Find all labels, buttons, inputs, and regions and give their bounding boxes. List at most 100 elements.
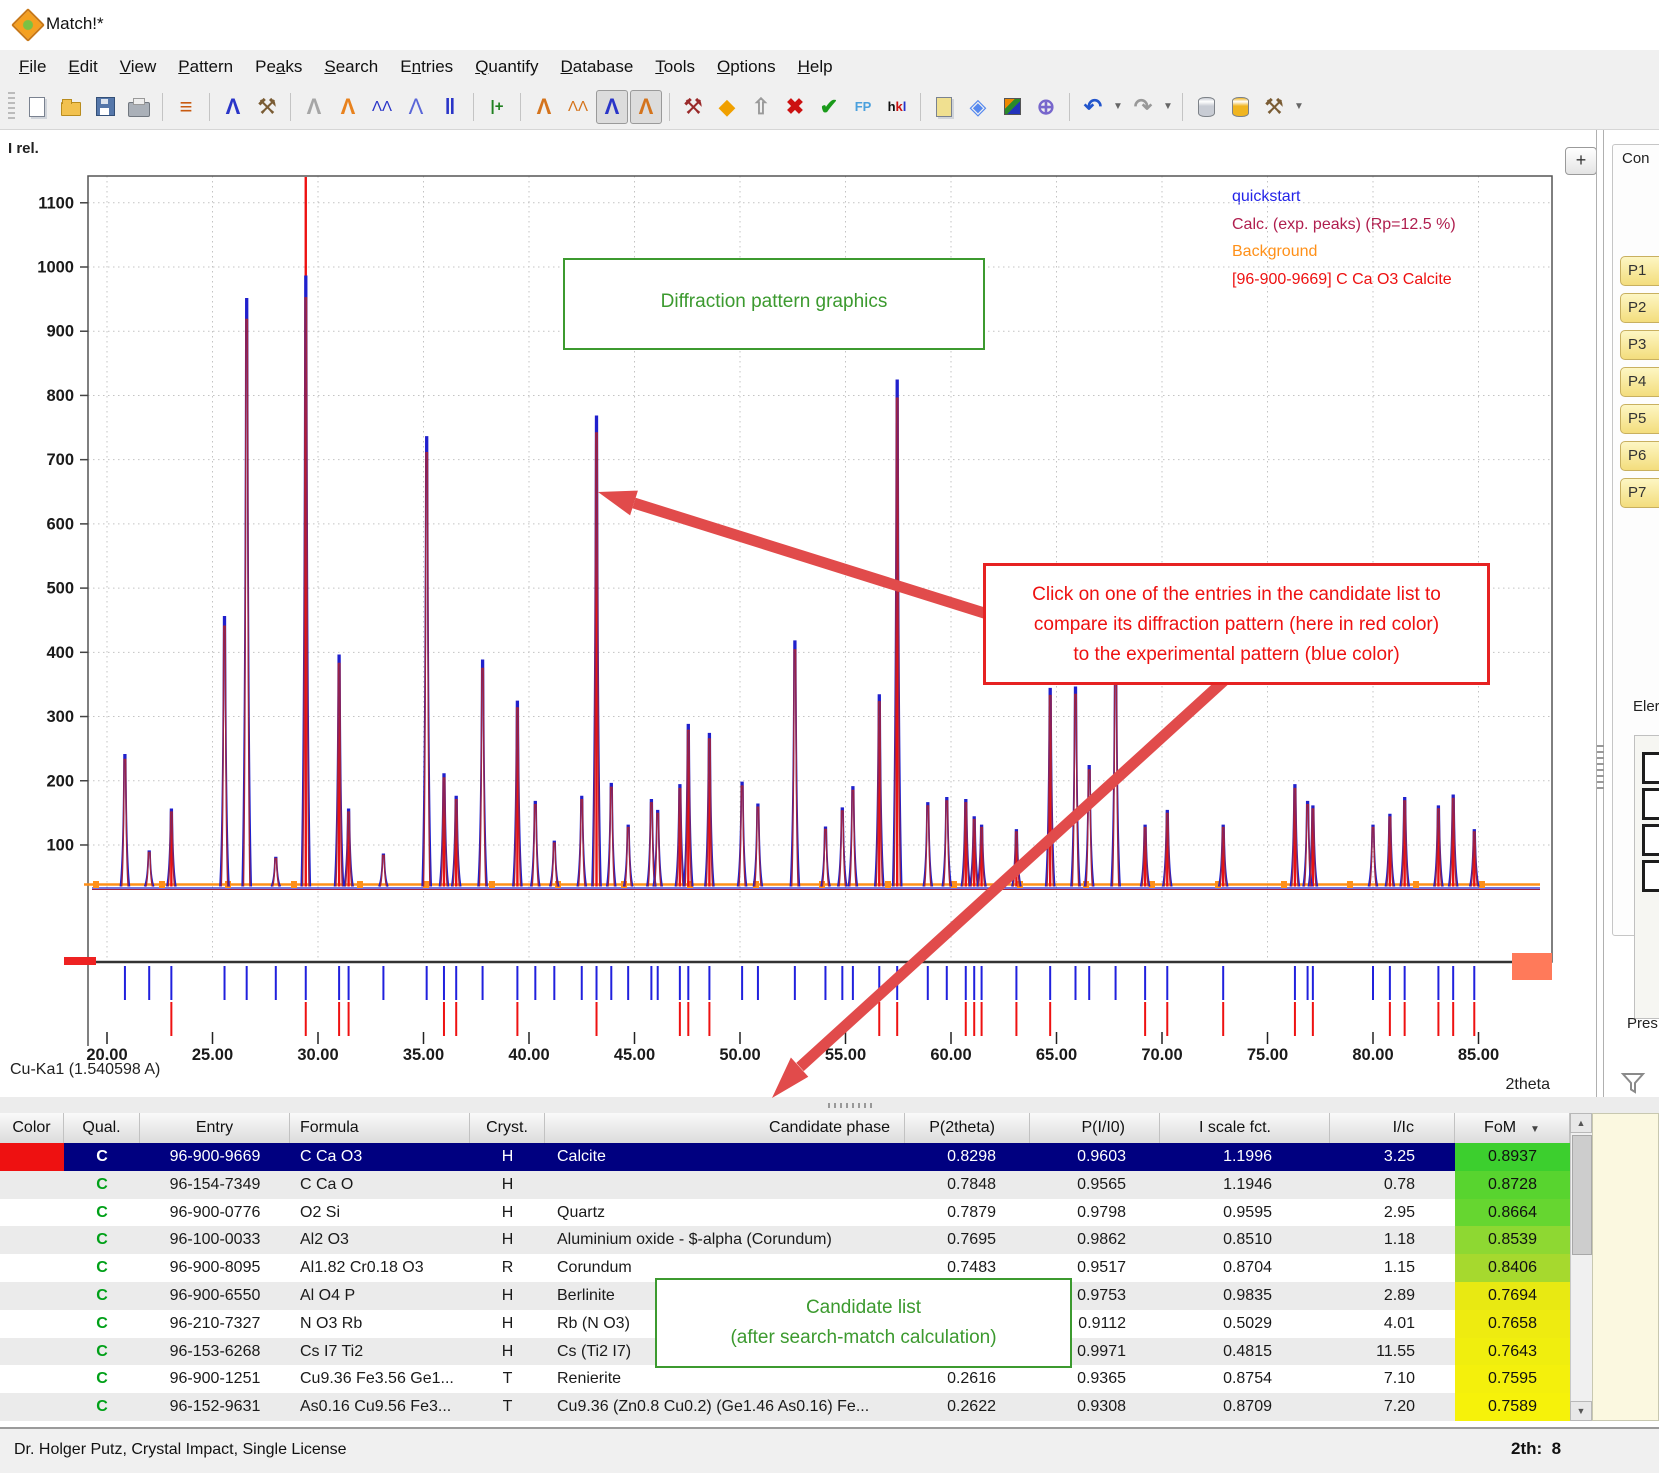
- column-header-pii0[interactable]: P(I/I0): [1030, 1113, 1160, 1143]
- phase-button-p1[interactable]: P1: [1620, 256, 1659, 286]
- column-header-color[interactable]: Color: [0, 1113, 64, 1143]
- undo-icon[interactable]: ↶: [1077, 90, 1109, 124]
- element-checkbox[interactable]: [1642, 788, 1659, 820]
- phase-button-p6[interactable]: P6: [1620, 441, 1659, 471]
- minor-peaks-icon[interactable]: Λ: [400, 90, 432, 124]
- peak-list-icon[interactable]: ≡: [170, 90, 202, 124]
- phase-button-p3[interactable]: P3: [1620, 330, 1659, 360]
- print-icon[interactable]: [123, 90, 155, 124]
- select-entry-icon[interactable]: ✔: [813, 90, 845, 124]
- table-row-96-900-1251[interactable]: C96-900-1251Cu9.36 Fe3.56 Ge1...TRenieri…: [0, 1365, 1570, 1393]
- cell-qual: C: [64, 1143, 140, 1171]
- pattern-view-3-icon[interactable]: Λ: [596, 90, 628, 124]
- table-row-96-900-0776[interactable]: C96-900-0776O2 SiHQuartz0.78790.97980.95…: [0, 1199, 1570, 1227]
- phase-button-p4[interactable]: P4: [1620, 367, 1659, 397]
- cell-qual: C: [64, 1338, 140, 1366]
- table-row-96-900-9669[interactable]: C96-900-9669C Ca O3HCalcite0.82980.96031…: [0, 1143, 1570, 1171]
- column-header-iscale[interactable]: I scale fct.: [1160, 1113, 1330, 1143]
- hkl-icon[interactable]: hkl: [881, 90, 913, 124]
- cell-fom: 0.7694: [1455, 1282, 1570, 1310]
- cell-formula: O2 Si: [290, 1199, 470, 1227]
- save-icon[interactable]: [89, 90, 121, 124]
- scrollbar-thumb[interactable]: [1572, 1135, 1592, 1255]
- toolbar-separator: [920, 93, 921, 121]
- tools-icon[interactable]: ⚒: [1258, 90, 1290, 124]
- menu-item-help[interactable]: Help: [787, 53, 844, 81]
- sphere-icon[interactable]: ⊕: [1030, 90, 1062, 124]
- column-header-iic[interactable]: I/Ic: [1330, 1113, 1455, 1143]
- user-database-icon[interactable]: [1224, 90, 1256, 124]
- menu-item-search[interactable]: Search: [313, 53, 389, 81]
- column-header-qual[interactable]: Qual.: [64, 1113, 140, 1143]
- column-header-phase[interactable]: Candidate phase: [545, 1113, 905, 1143]
- menu-item-file[interactable]: File: [8, 53, 57, 81]
- x-axis-title: 2theta: [1440, 1076, 1550, 1094]
- redo-icon[interactable]: ↷: [1127, 90, 1159, 124]
- match-diamond-icon[interactable]: ◆: [711, 90, 743, 124]
- menu-item-view[interactable]: View: [109, 53, 168, 81]
- chart-legend: quickstartCalc. (exp. peaks) (Rp=12.5 %)…: [1232, 183, 1456, 293]
- cell-formula: As0.16 Cu9.56 Fe3...: [290, 1393, 470, 1421]
- new-file-icon[interactable]: [21, 90, 53, 124]
- table-row-96-100-0033[interactable]: C96-100-0033Al2 O3HAluminium oxide - $-a…: [0, 1226, 1570, 1254]
- vertical-splitter-handle[interactable]: [1597, 745, 1604, 793]
- table-side-panel: [1592, 1113, 1659, 1421]
- cell-iic: 2.89: [1330, 1282, 1455, 1310]
- pattern-view-1-icon[interactable]: Λ: [528, 90, 560, 124]
- filter-funnel-icon[interactable]: [1620, 1070, 1646, 1096]
- element-checkbox[interactable]: [1642, 752, 1659, 784]
- raw-data-icon[interactable]: Λ: [298, 90, 330, 124]
- column-header-formula[interactable]: Formula: [290, 1113, 470, 1143]
- column-header-cryst[interactable]: Cryst.: [470, 1113, 545, 1143]
- peak-edit-icon[interactable]: ⚒: [251, 90, 283, 124]
- report-icon[interactable]: [928, 90, 960, 124]
- table-row-96-152-9631[interactable]: C96-152-9631As0.16 Cu9.56 Fe3...TCu9.36 …: [0, 1393, 1570, 1421]
- intensities-icon[interactable]: ‖: [434, 90, 466, 124]
- element-checkbox[interactable]: [1642, 860, 1659, 892]
- delete-entry-icon[interactable]: ✖: [779, 90, 811, 124]
- menu-item-peaks[interactable]: Peaks: [244, 53, 313, 81]
- menu-item-entries[interactable]: Entries: [389, 53, 464, 81]
- cell-iic: 1.18: [1330, 1226, 1455, 1254]
- column-header-entry[interactable]: Entry: [140, 1113, 290, 1143]
- dropdown-arrow-icon[interactable]: ▼: [1111, 91, 1125, 123]
- toolbar-grip[interactable]: [8, 92, 15, 122]
- phase-button-p5[interactable]: P5: [1620, 404, 1659, 434]
- fp-icon[interactable]: FP: [847, 90, 879, 124]
- cell-fom: 0.8728: [1455, 1171, 1570, 1199]
- database-icon[interactable]: [1190, 90, 1222, 124]
- cell-iscale: 0.9595: [1160, 1199, 1330, 1227]
- menu-item-tools[interactable]: Tools: [644, 53, 706, 81]
- scroll-up-button[interactable]: ▲: [1570, 1113, 1592, 1133]
- menu-item-quantify[interactable]: Quantify: [464, 53, 549, 81]
- peak-search-icon[interactable]: Λ: [217, 90, 249, 124]
- dropdown-arrow-icon[interactable]: ▼: [1161, 91, 1175, 123]
- horizontal-splitter-handle[interactable]: [828, 1103, 874, 1108]
- scroll-down-button[interactable]: ▼: [1570, 1401, 1592, 1421]
- menu-item-options[interactable]: Options: [706, 53, 787, 81]
- cell-iscale: 1.1996: [1160, 1143, 1330, 1171]
- crystal-icon[interactable]: ◈: [962, 90, 994, 124]
- dropdown-arrow-icon[interactable]: ▼: [1292, 91, 1306, 123]
- phase-button-p7[interactable]: P7: [1620, 478, 1659, 508]
- open-file-icon[interactable]: [55, 90, 87, 124]
- promote-icon[interactable]: ⇧: [745, 90, 777, 124]
- background-icon[interactable]: Λ: [332, 90, 364, 124]
- menu-item-pattern[interactable]: Pattern: [167, 53, 244, 81]
- element-checkbox[interactable]: [1642, 824, 1659, 856]
- menu-item-database[interactable]: Database: [550, 53, 645, 81]
- pattern-view-2-icon[interactable]: ΛΛ: [562, 90, 594, 124]
- pattern-view-4-icon[interactable]: Λ: [630, 90, 662, 124]
- add-peak-icon[interactable]: |+: [481, 90, 513, 124]
- table-row-96-154-7349[interactable]: C96-154-7349C Ca OH0.78480.95651.19460.7…: [0, 1171, 1570, 1199]
- cell-cryst: R: [470, 1254, 545, 1282]
- wavelength-label: Cu-Ka1 (1.540598 A): [10, 1061, 160, 1079]
- search-settings-icon[interactable]: ⚒: [677, 90, 709, 124]
- column-header-fom[interactable]: FoM▼: [1455, 1113, 1570, 1143]
- menu-item-edit[interactable]: Edit: [57, 53, 108, 81]
- structure-icon[interactable]: [996, 90, 1028, 124]
- profile-fit-icon[interactable]: ΛΛ: [366, 90, 398, 124]
- phase-button-p2[interactable]: P2: [1620, 293, 1659, 323]
- zoom-plus-button[interactable]: +: [1565, 147, 1597, 175]
- column-header-p2theta[interactable]: P(2theta): [905, 1113, 1030, 1143]
